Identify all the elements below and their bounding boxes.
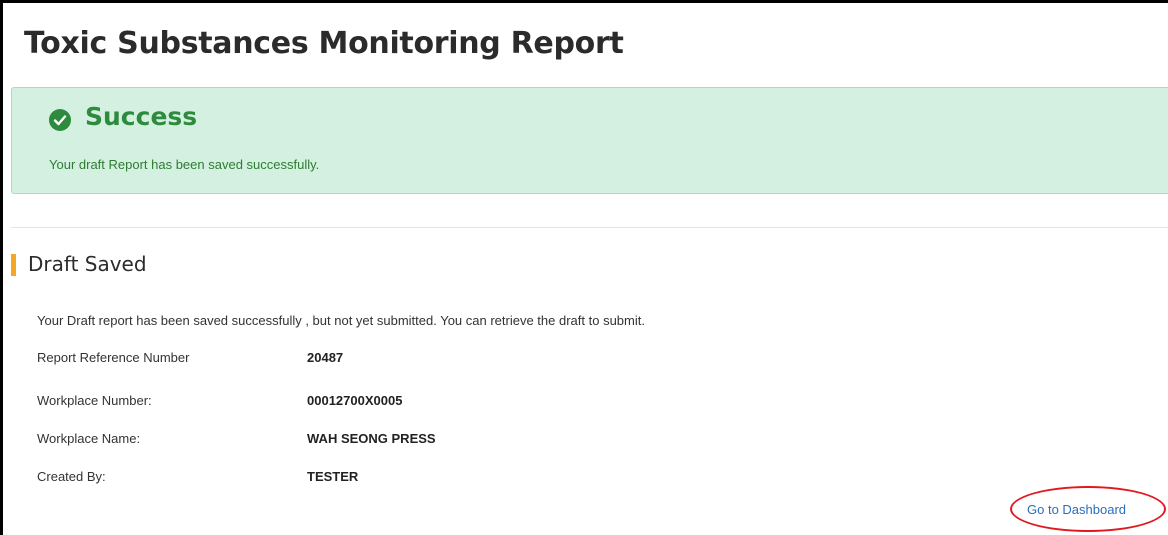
divider xyxy=(11,227,1168,228)
report-reference-value: 20487 xyxy=(307,350,344,365)
go-to-dashboard-link[interactable]: Go to Dashboard xyxy=(1027,502,1126,517)
alert-message: Your draft Report has been saved success… xyxy=(49,157,320,172)
check-circle-icon xyxy=(49,109,71,131)
workplace-name-label: Workplace Name: xyxy=(37,431,141,446)
workplace-name-value: WAH SEONG PRESS xyxy=(307,431,436,446)
draft-intro-text: Your Draft report has been saved success… xyxy=(37,313,645,328)
workplace-number-value: 00012700X0005 xyxy=(307,393,403,408)
created-by-value: TESTER xyxy=(307,469,359,484)
page-title: Toxic Substances Monitoring Report xyxy=(24,26,624,61)
workplace-number-label: Workplace Number: xyxy=(37,393,152,408)
window-frame xyxy=(0,0,1168,535)
section-title: Draft Saved xyxy=(28,252,147,276)
alert-title: Success xyxy=(85,102,198,131)
created-by-label: Created By: xyxy=(37,469,106,484)
report-reference-label: Report Reference Number xyxy=(37,350,190,365)
section-accent-bar xyxy=(11,254,16,276)
